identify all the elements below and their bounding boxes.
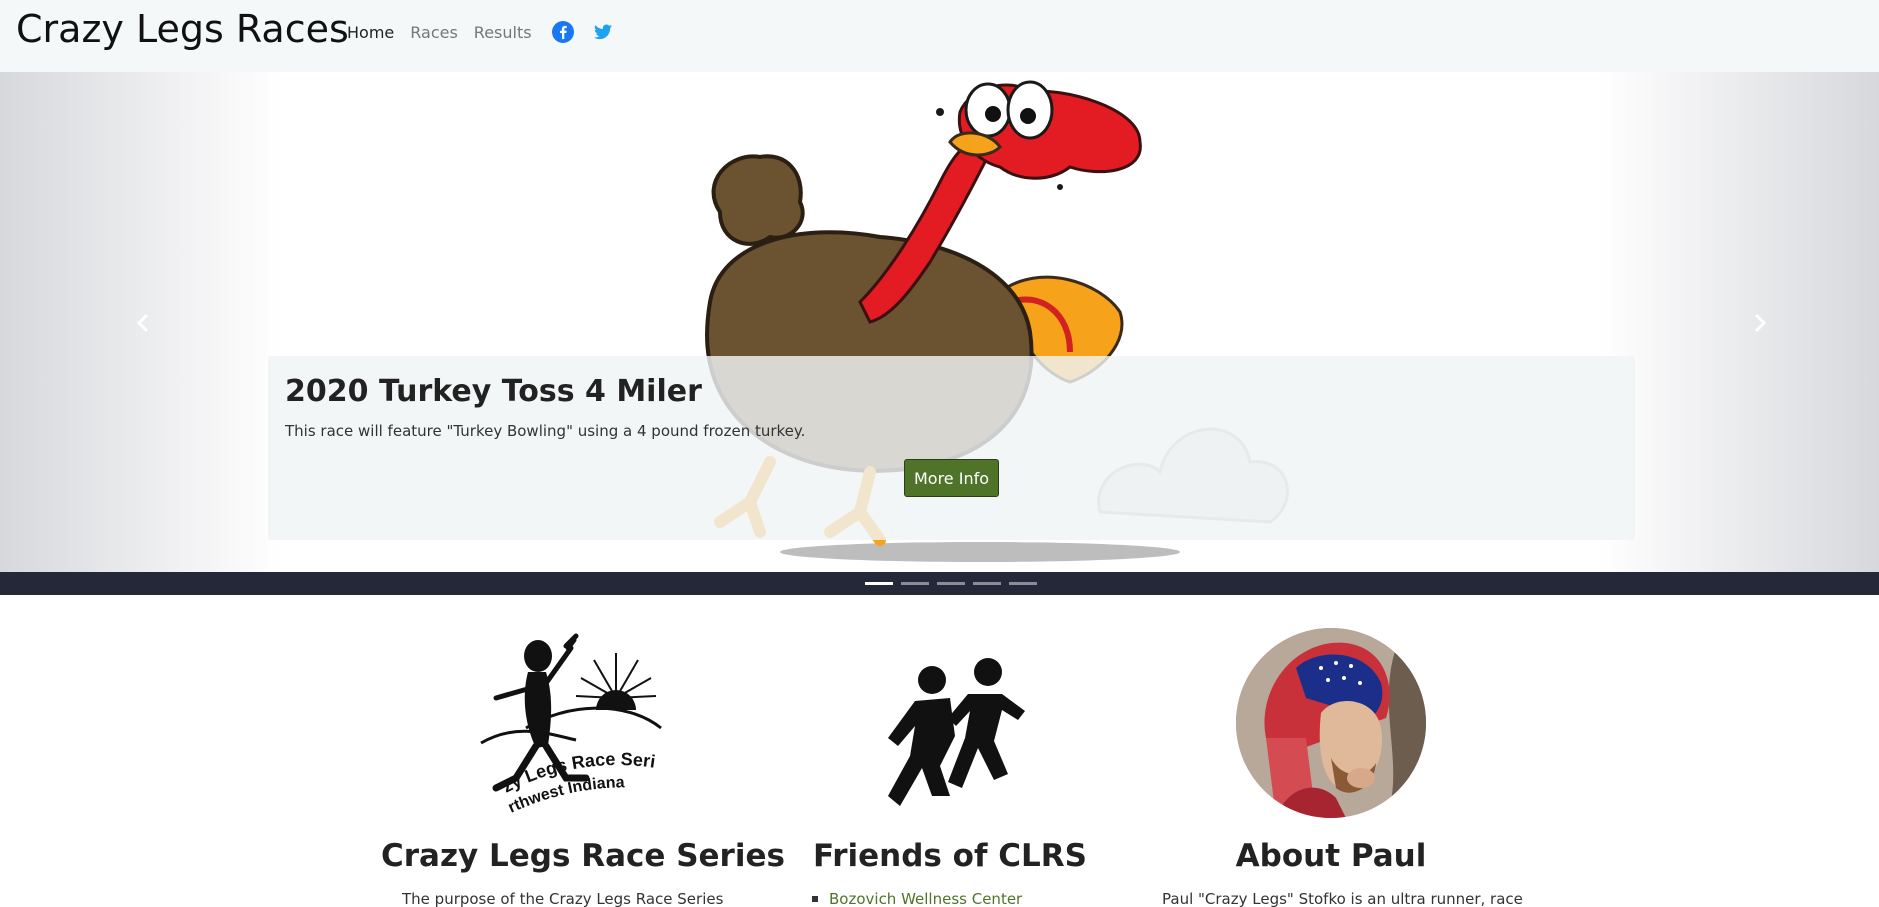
avatar (1236, 628, 1426, 818)
bullet-icon (812, 896, 818, 902)
about-text: Paul "Crazy Legs" Stofko is an ultra run… (1162, 890, 1523, 907)
navbar: Crazy Legs Races Home Races Results (0, 0, 1879, 72)
list-item: Bozovich Wellness Center (812, 890, 1022, 907)
slide-title: 2020 Turkey Toss 4 Miler (285, 374, 702, 409)
carousel-indicator[interactable] (1009, 582, 1037, 585)
more-info-button[interactable]: More Info (904, 459, 999, 497)
facebook-icon[interactable] (550, 19, 576, 45)
about-heading: About Paul (1235, 838, 1427, 874)
carousel-prev-button[interactable] (128, 308, 158, 338)
chevron-right-icon (1754, 313, 1767, 333)
nav-link-home[interactable]: Home (347, 23, 394, 42)
nav-links: Home Races Results (347, 19, 628, 45)
carousel-indicator[interactable] (973, 582, 1001, 585)
carousel-indicator-bar (0, 572, 1879, 595)
friend-link[interactable]: Bozovich Wellness Center (829, 890, 1022, 907)
chevron-left-icon (136, 313, 149, 333)
series-text: The purpose of the Crazy Legs Race Serie… (402, 890, 724, 907)
carousel-caption: 2020 Turkey Toss 4 Miler This race will … (268, 356, 1635, 540)
carousel-indicator[interactable] (865, 582, 893, 585)
race-series-logo: zy Legs Race Series rthwest Indiana (476, 628, 662, 817)
friends-heading: Friends of CLRS (813, 838, 1087, 874)
carousel-indicators (865, 582, 1045, 585)
brand-title[interactable]: Crazy Legs Races (16, 7, 349, 51)
runners-icon (888, 658, 1025, 806)
nav-link-races[interactable]: Races (410, 23, 458, 42)
avatar-image (1236, 628, 1426, 818)
slide-text: This race will feature "Turkey Bowling" … (285, 422, 806, 440)
friends-list: Bozovich Wellness Center (812, 890, 1022, 907)
hero-carousel: 2020 Turkey Toss 4 Miler This race will … (0, 72, 1879, 572)
nav-link-results[interactable]: Results (474, 23, 532, 42)
twitter-icon[interactable] (590, 19, 616, 45)
carousel-indicator[interactable] (901, 582, 929, 585)
carousel-next-button[interactable] (1745, 308, 1775, 338)
series-heading: Crazy Legs Race Series (381, 838, 785, 874)
carousel-indicator[interactable] (937, 582, 965, 585)
